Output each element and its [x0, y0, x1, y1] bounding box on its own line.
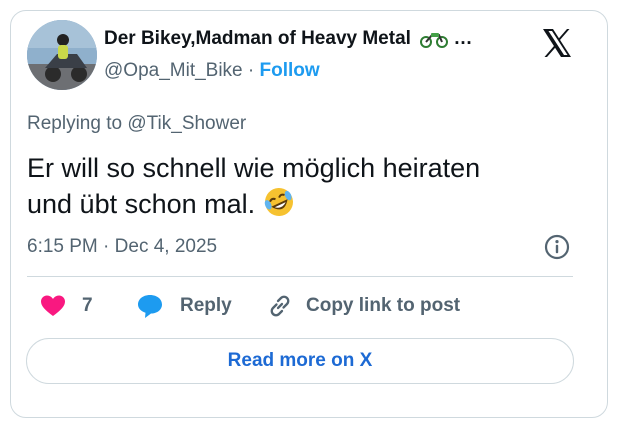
author-avatar[interactable] [27, 20, 97, 90]
info-icon[interactable] [543, 233, 571, 261]
heart-icon [41, 295, 65, 316]
post-date: Dec 4, 2025 [114, 236, 218, 257]
post-time: 6:15 PM [27, 236, 98, 257]
author-name-ellipsis: … [453, 28, 473, 49]
read-more-button[interactable]: Read more on X [26, 338, 574, 384]
read-more-label: Read more on X [227, 350, 373, 371]
author-name[interactable]: Der Bikey,Madman of Heavy Metal … [104, 28, 473, 50]
reply-context: Replying to @Tik_Shower [27, 113, 246, 135]
reply-label: Reply [180, 295, 232, 316]
reply-button[interactable]: Reply [136, 290, 232, 322]
copy-link-button[interactable]: Copy link to post [266, 290, 460, 322]
author-handle-row: @Opa_Mit_Bike · Follow [104, 60, 320, 82]
handle-separator: · [247, 60, 255, 81]
post-timestamp[interactable]: 6:15 PM · Dec 4, 2025 [27, 236, 217, 258]
divider [27, 276, 573, 277]
post-text: Er will so schnell wie möglich heiraten … [27, 150, 567, 222]
author-handle[interactable]: @Opa_Mit_Bike [104, 60, 243, 81]
rolling-on-floor-laughing-emoji-icon [264, 188, 293, 216]
reply-to-handle[interactable]: @Tik_Shower [127, 113, 246, 134]
post-text-line-1: Er will so schnell wie möglich heiraten [27, 153, 481, 183]
motorcycle-icon [420, 32, 449, 48]
reply-prefix: Replying to [27, 113, 123, 134]
copy-link-label: Copy link to post [306, 295, 461, 316]
post-text-line-2: und übt schon mal. [27, 189, 256, 219]
follow-link[interactable]: Follow [260, 60, 320, 81]
link-icon [270, 295, 290, 317]
speech-bubble-icon [138, 295, 162, 318]
like-count: 7 [82, 295, 93, 316]
avatar-photo [27, 20, 97, 90]
x-logo-icon[interactable] [540, 26, 574, 60]
author-display-name: Der Bikey,Madman of Heavy Metal [104, 28, 411, 49]
timestamp-separator: · [103, 236, 110, 257]
like-button[interactable]: 7 [40, 290, 93, 322]
